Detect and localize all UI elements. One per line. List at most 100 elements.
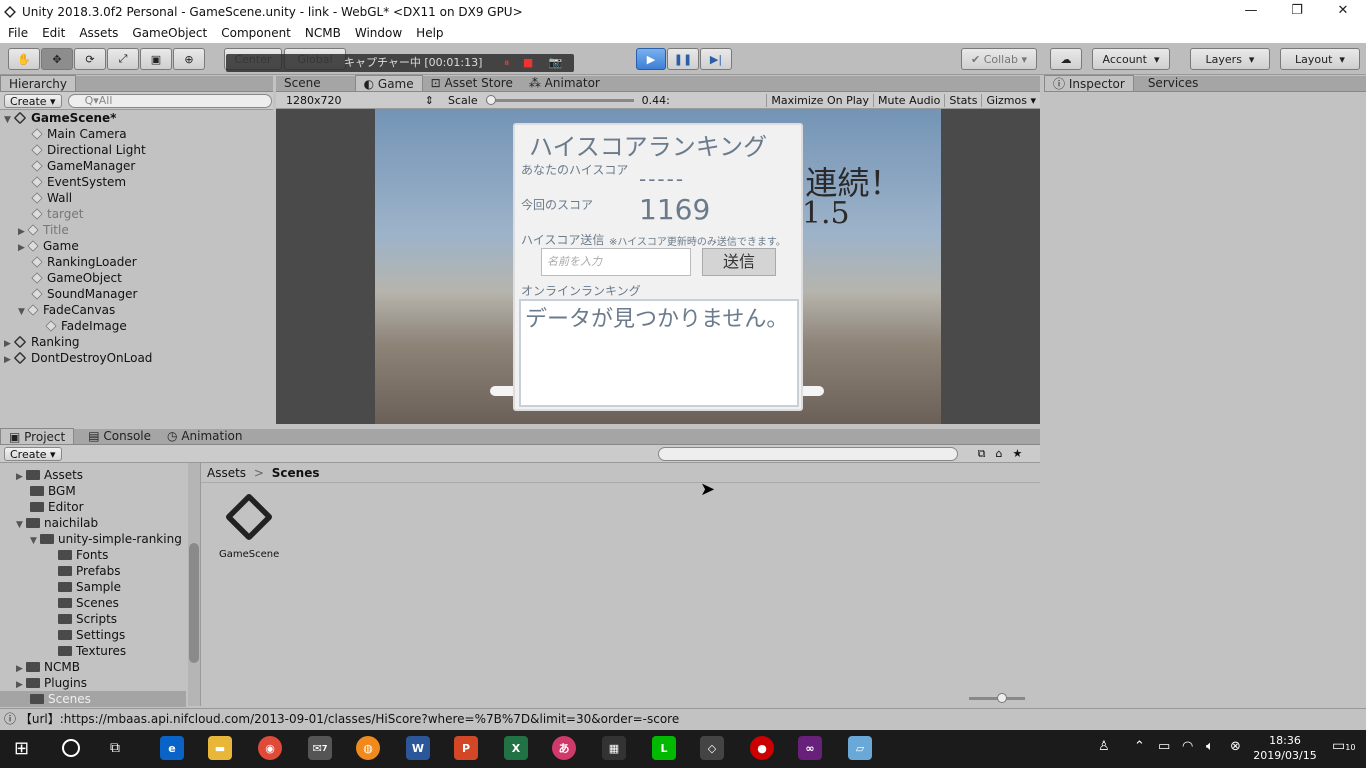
hierarchy-item[interactable]: ▶ Title: [18, 222, 69, 238]
tree-scrollbar-thumb[interactable]: [189, 543, 199, 663]
visual-studio-icon[interactable]: ∞: [798, 736, 822, 760]
edge-icon[interactable]: e: [160, 736, 184, 760]
gizmos-dropdown[interactable]: Gizmos ▾: [981, 93, 1040, 107]
hierarchy-item[interactable]: GameManager: [31, 158, 135, 174]
menu-ncmb[interactable]: NCMB: [305, 26, 341, 40]
breadcrumb-scenes[interactable]: Scenes: [272, 466, 320, 480]
menu-file[interactable]: File: [8, 26, 28, 40]
tree-item[interactable]: ▶ Assets: [16, 467, 83, 483]
recorder-icon[interactable]: ●: [750, 736, 774, 760]
hierarchy-item[interactable]: RankingLoader: [31, 254, 137, 270]
expand-arrow-icon[interactable]: ▶: [4, 352, 14, 368]
expand-arrow-icon[interactable]: ▼: [18, 304, 28, 320]
line-icon[interactable]: L: [652, 736, 676, 760]
tab-inspector[interactable]: ⓘ Inspector: [1044, 75, 1134, 91]
layers-dropdown[interactable]: Layers ▾: [1190, 48, 1270, 70]
tab-game[interactable]: ◐ Game: [354, 75, 423, 91]
favorite-icon[interactable]: ★: [1012, 447, 1022, 460]
tab-project[interactable]: ▣ Project: [0, 428, 75, 444]
tree-item[interactable]: Scenes: [58, 595, 119, 611]
hand-tool-icon[interactable]: ✋: [8, 48, 40, 70]
app-icon-blue[interactable]: ▱: [848, 736, 872, 760]
breadcrumb-assets[interactable]: Assets: [207, 466, 246, 480]
collab-button[interactable]: ✔ Collab ▾: [961, 48, 1037, 70]
menu-window[interactable]: Window: [355, 26, 402, 40]
hierarchy-item[interactable]: ▼ FadeCanvas: [18, 302, 115, 318]
maximize-button[interactable]: ❐: [1274, 0, 1320, 23]
ime-icon[interactable]: ⊗: [1230, 739, 1241, 754]
pause-button[interactable]: ❚❚: [667, 48, 699, 70]
tree-item[interactable]: Editor: [30, 499, 84, 515]
tab-console[interactable]: ▤ Console: [80, 428, 159, 444]
wifi-icon[interactable]: ◠: [1182, 739, 1193, 754]
capture-pause-icon[interactable]: ⏸: [504, 56, 510, 69]
filter-type-icon[interactable]: ⧉: [978, 447, 986, 461]
tray-chevron-icon[interactable]: ⌃: [1134, 739, 1145, 754]
excel-icon[interactable]: X: [504, 736, 528, 760]
tree-item[interactable]: Textures: [58, 643, 126, 659]
tab-animation[interactable]: ◷ Animation: [159, 428, 250, 444]
capture-stop-icon[interactable]: ■: [523, 56, 533, 69]
hierarchy-item[interactable]: FadeImage: [45, 318, 127, 334]
cloud-icon[interactable]: ☁: [1050, 48, 1082, 70]
tab-asset-store[interactable]: ⊡ Asset Store: [423, 75, 521, 91]
project-search-input[interactable]: [657, 446, 958, 461]
menu-gameobject[interactable]: GameObject: [132, 26, 207, 40]
asset-item[interactable]: GameScene: [219, 492, 279, 575]
hierarchy-create-button[interactable]: Create ▾: [4, 93, 62, 108]
tree-item[interactable]: Settings: [58, 627, 125, 643]
menu-component[interactable]: Component: [221, 26, 291, 40]
expand-arrow-icon[interactable]: ▶: [18, 240, 28, 256]
scale-tool-icon[interactable]: ⤢: [107, 48, 139, 70]
rect-tool-icon[interactable]: ▣: [140, 48, 172, 70]
unity-taskbar-icon[interactable]: ◇: [700, 736, 724, 760]
resolution-dropdown[interactable]: 1280x720 ⇕: [276, 94, 438, 107]
word-icon[interactable]: W: [406, 736, 430, 760]
hierarchy-item[interactable]: Main Camera: [31, 126, 127, 142]
camera-icon[interactable]: 📷: [549, 56, 563, 69]
scene-row[interactable]: ▶ Ranking: [4, 334, 270, 350]
notification-icon[interactable]: ▭10: [1332, 738, 1355, 754]
windows-start-icon[interactable]: ⊞: [14, 738, 29, 759]
tree-item[interactable]: ▶ Plugins: [16, 675, 87, 691]
hierarchy-item[interactable]: Directional Light: [31, 142, 146, 158]
tree-item[interactable]: Sample: [58, 579, 121, 595]
tree-item[interactable]: Scripts: [58, 611, 117, 627]
powerpoint-icon[interactable]: P: [454, 736, 478, 760]
icon-size-slider[interactable]: [969, 693, 1025, 703]
tree-scrollbar[interactable]: [188, 463, 200, 706]
hierarchy-item[interactable]: EventSystem: [31, 174, 126, 190]
tree-item[interactable]: ▼ unity-simple-ranking: [30, 531, 182, 547]
tab-scene[interactable]: Scene: [276, 75, 329, 91]
ranking-list[interactable]: データが見つかりません。: [519, 299, 799, 407]
close-button[interactable]: ✕: [1320, 0, 1366, 23]
tab-animator[interactable]: ⁂ Animator: [521, 75, 608, 91]
tree-item[interactable]: ▼ naichilab: [16, 515, 98, 531]
rotate-tool-icon[interactable]: ⟳: [74, 48, 106, 70]
account-dropdown[interactable]: Account ▾: [1092, 48, 1170, 70]
maximize-on-play-toggle[interactable]: Maximize On Play: [766, 93, 873, 107]
hierarchy-item[interactable]: ▶ Game: [18, 238, 79, 254]
clock[interactable]: 18:36 2019/03/15: [1252, 733, 1318, 763]
stats-toggle[interactable]: Stats: [944, 93, 981, 107]
film-icon[interactable]: ▦: [602, 736, 626, 760]
expand-arrow-icon[interactable]: ▼: [4, 112, 14, 128]
hierarchy-item[interactable]: Wall: [31, 190, 72, 206]
mute-audio-toggle[interactable]: Mute Audio: [873, 93, 944, 107]
app-icon[interactable]: あ: [552, 736, 576, 760]
volume-icon[interactable]: 🔈︎: [1206, 739, 1214, 754]
hierarchy-search-input[interactable]: Q▾All: [67, 93, 272, 108]
play-button[interactable]: ▶: [636, 48, 666, 70]
scene-row[interactable]: ▼ GameScene*: [4, 110, 270, 126]
minimize-button[interactable]: —: [1228, 0, 1274, 23]
hierarchy-item[interactable]: GameObject: [31, 270, 122, 286]
task-view-icon[interactable]: ⧉: [110, 740, 120, 756]
chrome-icon[interactable]: ◉: [258, 736, 282, 760]
tab-services[interactable]: Services: [1140, 75, 1207, 91]
tree-item[interactable]: BGM: [30, 483, 76, 499]
menu-help[interactable]: Help: [416, 26, 443, 40]
transform-tool-icon[interactable]: ⊕: [173, 48, 205, 70]
tree-item[interactable]: Fonts: [58, 547, 108, 563]
send-button[interactable]: 送信: [702, 248, 776, 276]
step-button[interactable]: ▶|: [700, 48, 732, 70]
